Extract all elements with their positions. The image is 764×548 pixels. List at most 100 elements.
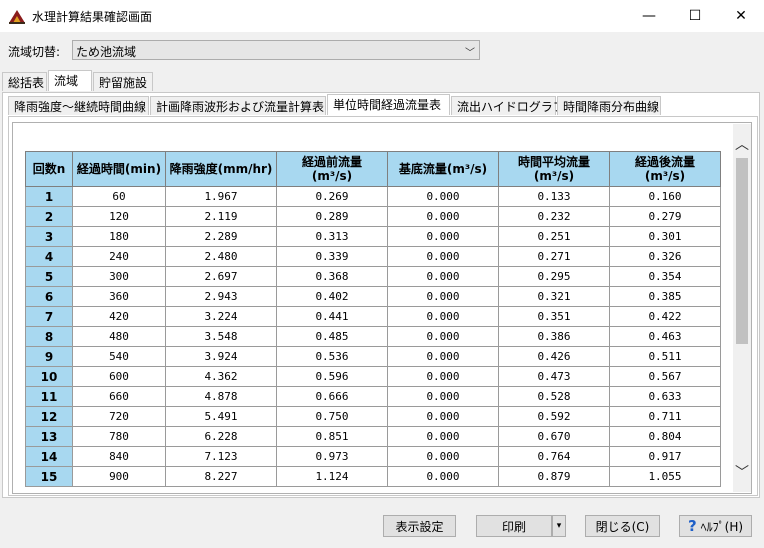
table-cell[interactable]: 0.536 — [276, 346, 388, 367]
table-cell[interactable]: 0.000 — [387, 286, 499, 307]
maximize-button[interactable]: ☐ — [672, 0, 718, 32]
table-cell[interactable]: 0.354 — [609, 266, 721, 287]
table-cell[interactable]: 8.227 — [165, 466, 277, 487]
table-cell[interactable]: 480 — [72, 326, 166, 347]
row-index-cell[interactable]: 8 — [25, 326, 73, 347]
table-cell[interactable]: 0.321 — [498, 286, 610, 307]
row-index-cell[interactable]: 7 — [25, 306, 73, 327]
table-cell[interactable]: 0.000 — [387, 306, 499, 327]
row-index-cell[interactable]: 1 — [25, 186, 73, 207]
table-cell[interactable]: 660 — [72, 386, 166, 407]
help-button[interactable]: ? ﾍﾙﾌﾟ(H) — [679, 515, 752, 537]
table-cell[interactable]: 0.633 — [609, 386, 721, 407]
scroll-up-icon[interactable]: ︿ — [733, 134, 751, 154]
table-cell[interactable]: 0.000 — [387, 326, 499, 347]
table-cell[interactable]: 0.750 — [276, 406, 388, 427]
table-cell[interactable]: 0.596 — [276, 366, 388, 387]
table-cell[interactable]: 2.697 — [165, 266, 277, 287]
tab-runoff-hydrograph[interactable]: 流出ハイドログラフ — [451, 96, 565, 115]
table-cell[interactable]: 0.485 — [276, 326, 388, 347]
row-index-cell[interactable]: 6 — [25, 286, 73, 307]
table-cell[interactable]: 6.228 — [165, 426, 277, 447]
table-cell[interactable]: 0.000 — [387, 226, 499, 247]
table-cell[interactable]: 0.386 — [498, 326, 610, 347]
minimize-button[interactable]: — — [626, 0, 672, 32]
tab-rain-distribution-curve[interactable]: 時間降雨分布曲線 — [557, 96, 661, 115]
table-cell[interactable]: 0.804 — [609, 426, 721, 447]
table-cell[interactable]: 0.422 — [609, 306, 721, 327]
table-cell[interactable]: 1.124 — [276, 466, 388, 487]
table-cell[interactable]: 60 — [72, 186, 166, 207]
table-cell[interactable]: 120 — [72, 206, 166, 227]
table-cell[interactable]: 1.055 — [609, 466, 721, 487]
tab-rain-intensity-curve[interactable]: 降雨強度～継続時間曲線 — [8, 96, 149, 115]
tab-storage-facility[interactable]: 貯留施設 — [93, 72, 153, 91]
table-cell[interactable]: 0.851 — [276, 426, 388, 447]
row-index-cell[interactable]: 11 — [25, 386, 73, 407]
table-cell[interactable]: 4.362 — [165, 366, 277, 387]
region-dropdown[interactable]: ため池流域 ﹀ — [72, 40, 480, 60]
row-index-cell[interactable]: 10 — [25, 366, 73, 387]
table-cell[interactable]: 0.528 — [498, 386, 610, 407]
vertical-scrollbar[interactable]: ︿ ﹀ — [733, 124, 751, 492]
table-cell[interactable]: 0.000 — [387, 266, 499, 287]
tab-summary[interactable]: 総括表 — [2, 72, 47, 91]
table-cell[interactable]: 0.251 — [498, 226, 610, 247]
table-cell[interactable]: 0.917 — [609, 446, 721, 467]
table-cell[interactable]: 900 — [72, 466, 166, 487]
table-cell[interactable]: 5.491 — [165, 406, 277, 427]
table-cell[interactable]: 420 — [72, 306, 166, 327]
table-cell[interactable]: 1.967 — [165, 186, 277, 207]
table-cell[interactable]: 0.441 — [276, 306, 388, 327]
close-window-button[interactable]: ✕ — [718, 0, 764, 32]
table-cell[interactable]: 0.351 — [498, 306, 610, 327]
table-cell[interactable]: 180 — [72, 226, 166, 247]
row-index-cell[interactable]: 2 — [25, 206, 73, 227]
table-cell[interactable]: 0.000 — [387, 246, 499, 267]
table-cell[interactable]: 0.511 — [609, 346, 721, 367]
print-button[interactable]: 印刷 — [476, 515, 552, 537]
table-cell[interactable]: 2.943 — [165, 286, 277, 307]
tab-basin[interactable]: 流域 — [48, 70, 92, 91]
table-cell[interactable]: 0.279 — [609, 206, 721, 227]
table-cell[interactable]: 0.000 — [387, 446, 499, 467]
table-cell[interactable]: 0.232 — [498, 206, 610, 227]
table-cell[interactable]: 0.000 — [387, 406, 499, 427]
table-cell[interactable]: 0.000 — [387, 466, 499, 487]
table-cell[interactable]: 0.269 — [276, 186, 388, 207]
table-cell[interactable]: 0.385 — [609, 286, 721, 307]
close-button[interactable]: 閉じる(C) — [585, 515, 660, 537]
table-cell[interactable]: 0.000 — [387, 386, 499, 407]
table-cell[interactable]: 780 — [72, 426, 166, 447]
table-cell[interactable]: 0.301 — [609, 226, 721, 247]
table-cell[interactable]: 0.000 — [387, 366, 499, 387]
tab-rain-waveform-flow-table[interactable]: 計画降雨波形および流量計算表 — [150, 96, 326, 115]
table-cell[interactable]: 2.119 — [165, 206, 277, 227]
table-cell[interactable]: 0.295 — [498, 266, 610, 287]
table-cell[interactable]: 0.473 — [498, 366, 610, 387]
table-cell[interactable]: 0.670 — [498, 426, 610, 447]
table-cell[interactable]: 0.666 — [276, 386, 388, 407]
table-cell[interactable]: 360 — [72, 286, 166, 307]
row-index-cell[interactable]: 15 — [25, 466, 73, 487]
table-cell[interactable]: 0.000 — [387, 206, 499, 227]
display-settings-button[interactable]: 表示設定 — [383, 515, 456, 537]
row-index-cell[interactable]: 3 — [25, 226, 73, 247]
table-cell[interactable]: 0.160 — [609, 186, 721, 207]
row-index-cell[interactable]: 5 — [25, 266, 73, 287]
table-cell[interactable]: 240 — [72, 246, 166, 267]
table-cell[interactable]: 300 — [72, 266, 166, 287]
row-index-cell[interactable]: 14 — [25, 446, 73, 467]
table-cell[interactable]: 720 — [72, 406, 166, 427]
row-index-cell[interactable]: 4 — [25, 246, 73, 267]
table-cell[interactable]: 0.339 — [276, 246, 388, 267]
table-cell[interactable]: 600 — [72, 366, 166, 387]
tab-unit-time-flow-table[interactable]: 単位時間経過流量表 — [327, 94, 450, 115]
table-cell[interactable]: 0.463 — [609, 326, 721, 347]
table-cell[interactable]: 2.289 — [165, 226, 277, 247]
table-cell[interactable]: 0.000 — [387, 346, 499, 367]
table-cell[interactable]: 3.224 — [165, 306, 277, 327]
table-cell[interactable]: 840 — [72, 446, 166, 467]
table-cell[interactable]: 540 — [72, 346, 166, 367]
table-cell[interactable]: 0.000 — [387, 186, 499, 207]
